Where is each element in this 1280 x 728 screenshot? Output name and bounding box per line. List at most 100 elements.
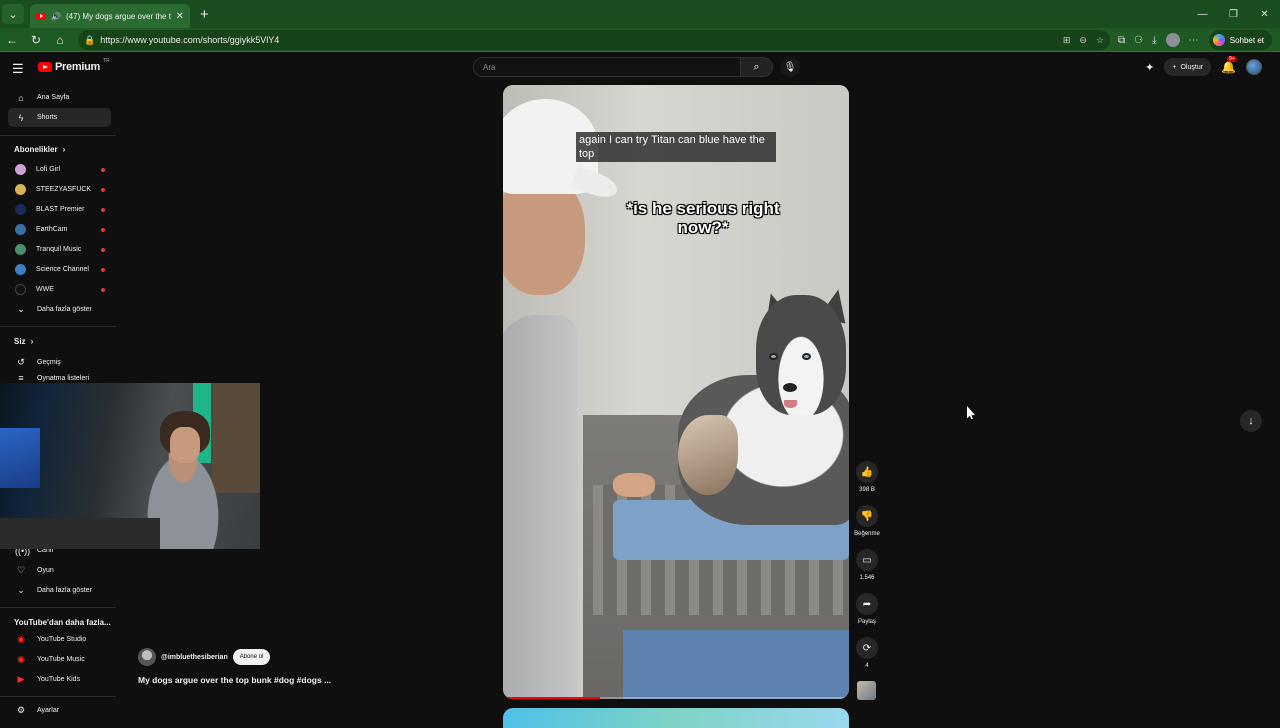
voice-search-button[interactable]: 🎙 — [780, 57, 800, 77]
next-video-button[interactable]: ↓ — [1240, 410, 1262, 432]
more-from-youtube-heading: YouTube'dan daha fazla... — [14, 618, 111, 627]
shorts-video-player[interactable]: again I can try Titan can blue have the … — [503, 85, 849, 699]
sidebar-item-subscription[interactable]: Science Channel — [8, 260, 111, 279]
youtube-logo[interactable]: Premium TR — [38, 58, 110, 73]
shorts-icon: ϟ — [18, 112, 24, 123]
minimize-icon[interactable]: — — [1187, 0, 1218, 28]
collections-icon[interactable]: ⚆ — [1134, 35, 1143, 46]
you-heading[interactable]: Siz › — [14, 337, 33, 346]
thumbs-down-icon: 👎 — [860, 510, 874, 522]
sidebar-item-label: STEEZYASFUCK — [36, 186, 92, 193]
subscribe-button[interactable]: Abone ol — [232, 649, 271, 665]
new-tab-icon[interactable]: + — [200, 6, 209, 23]
share-button[interactable]: ➦ — [856, 593, 878, 615]
sound-thumbnail[interactable] — [857, 681, 876, 700]
sidebar-item-settings[interactable]: ⚙ Ayarlar — [8, 703, 111, 717]
channel-avatar — [15, 284, 26, 295]
sidebar-item-subscription[interactable]: WWE — [8, 280, 111, 299]
sidebar-item-label: Geçmiş — [37, 359, 61, 366]
url-text: https://www.youtube.com/shorts/ggiykk5Vl… — [100, 35, 280, 45]
favorite-star-icon[interactable]: ☆ — [1096, 35, 1104, 46]
sidebar-item-label: BLAST Premier — [36, 206, 85, 213]
zoom-icon[interactable]: ⊖ — [1079, 35, 1087, 46]
sidebar-item-yt-music[interactable]: ◉ YouTube Music — [8, 650, 111, 669]
channel-avatar — [15, 184, 26, 195]
downloads-icon[interactable]: ⤓ — [1152, 35, 1156, 46]
notification-badge: 9+ — [1227, 56, 1237, 62]
like-button[interactable]: 👍 — [856, 461, 878, 483]
sidebar-item-subscription[interactable]: BLAST Premier — [8, 200, 111, 219]
account-avatar[interactable] — [1246, 59, 1262, 75]
dislike-label: Beğenme — [854, 531, 880, 537]
sidebar-item-label: Oyun — [37, 567, 54, 574]
profile-avatar[interactable] — [1165, 33, 1180, 47]
video-title[interactable]: My dogs argue over the top bunk #dog #do… — [138, 675, 331, 685]
comment-icon: ▭ — [862, 554, 872, 566]
sidebar-item-label: Ayarlar — [37, 706, 60, 714]
live-indicator — [101, 167, 105, 172]
subscriptions-heading[interactable]: Abonelikler › — [14, 145, 65, 154]
comments-action: ▭ 1.546 — [849, 549, 885, 581]
video-husky-tongue — [784, 400, 797, 408]
sidebar-item-shorts[interactable]: ϟ Shorts — [8, 108, 111, 127]
app-available-icon[interactable]: ⊞ — [1063, 35, 1071, 46]
sidebar-item-history[interactable]: ↺ Geçmiş — [8, 353, 111, 372]
create-button[interactable]: + Oluştur — [1164, 58, 1212, 76]
search-button[interactable]: ⌕ — [741, 57, 773, 77]
restore-icon[interactable]: ❐ — [1218, 0, 1249, 28]
arrow-down-icon: ↓ — [1248, 415, 1254, 427]
remix-action: ⟳ 4 — [849, 637, 885, 669]
home-icon[interactable]: ⌂ — [48, 29, 72, 51]
youtube-music-icon: ◉ — [17, 654, 25, 664]
video-husky-nose — [783, 383, 797, 392]
speaker-icon[interactable]: 🔊 — [51, 12, 61, 21]
share-label: Paylaş — [857, 619, 876, 625]
back-icon[interactable]: ← — [0, 29, 24, 51]
reload-icon[interactable]: ↻ — [24, 29, 48, 51]
lock-icon[interactable]: 🔒 — [84, 35, 95, 46]
chevron-down-icon: ⌄ — [17, 585, 25, 595]
sidebar-item-home[interactable]: ⌂ Ana Sayfa — [8, 88, 111, 107]
gaming-icon: ♡ — [16, 565, 26, 575]
sidebar-item-subscription[interactable]: Lofi Girl — [8, 160, 111, 179]
hamburger-menu-icon[interactable]: ☰ — [12, 61, 24, 77]
video-overlay-text: *is he serious right now?* — [626, 199, 780, 237]
search-bar: Ara ⌕ — [473, 57, 773, 77]
sidebar-show-more-2[interactable]: ⌄ Daha fazla göster — [8, 581, 111, 600]
tab-title: (47) My dogs argue over the t — [65, 11, 171, 21]
video-husky-tail — [678, 415, 738, 495]
mouse-cursor-icon — [967, 406, 975, 419]
comments-button[interactable]: ▭ — [856, 549, 878, 571]
sidebar-item-subscription[interactable]: EarthCam — [8, 220, 111, 239]
channel-name[interactable]: @imbluethesiberian — [161, 654, 228, 661]
header-actions: ✦ + Oluştur 🔔 9+ — [1145, 56, 1262, 76]
channel-avatar[interactable] — [138, 648, 156, 666]
url-field[interactable]: 🔒 https://www.youtube.com/shorts/ggiykk5… — [78, 30, 1110, 50]
search-input[interactable]: Ara — [473, 57, 741, 77]
sidebar-item-gaming[interactable]: ♡ Oyun — [8, 561, 111, 580]
sidebar-item-yt-studio[interactable]: ◉ YouTube Studio — [8, 630, 111, 649]
sidebar-item-label: Daha fazla göster — [37, 587, 92, 594]
remix-button[interactable]: ⟳ — [856, 637, 878, 659]
browser-tab-bar: ⌄ 🔊 (47) My dogs argue over the t ✕ + — … — [0, 0, 1280, 28]
sidebar-item-yt-kids[interactable]: ▶ YouTube Kids — [8, 670, 111, 689]
close-window-icon[interactable]: ✕ — [1249, 0, 1280, 28]
tab-list-icon[interactable]: ⌄ — [2, 4, 24, 24]
country-code: TR — [102, 58, 110, 64]
more-options-icon[interactable]: ⋯ — [1189, 35, 1199, 46]
tab-close-icon[interactable]: ✕ — [176, 11, 184, 22]
copilot-button[interactable]: Sohbet et — [1208, 30, 1272, 50]
channel-avatar — [15, 164, 26, 175]
dislike-button[interactable]: 👎 — [856, 505, 878, 527]
extensions-icon[interactable]: ⧉ — [1118, 35, 1125, 46]
chevron-right-icon: › — [62, 145, 66, 154]
browser-tab[interactable]: 🔊 (47) My dogs argue over the t ✕ — [30, 4, 190, 28]
live-indicator — [101, 187, 105, 192]
sidebar-show-more[interactable]: ⌄ Daha fazla göster — [8, 300, 111, 319]
sidebar-item-subscription[interactable]: Tranquil Music — [8, 240, 111, 259]
notifications-button[interactable]: 🔔 9+ — [1221, 56, 1237, 74]
video-progress-bar[interactable] — [503, 697, 849, 699]
sparkle-icon[interactable]: ✦ — [1145, 61, 1154, 74]
next-short-preview[interactable] — [503, 708, 849, 728]
sidebar-item-subscription[interactable]: STEEZYASFUCK — [8, 180, 111, 199]
